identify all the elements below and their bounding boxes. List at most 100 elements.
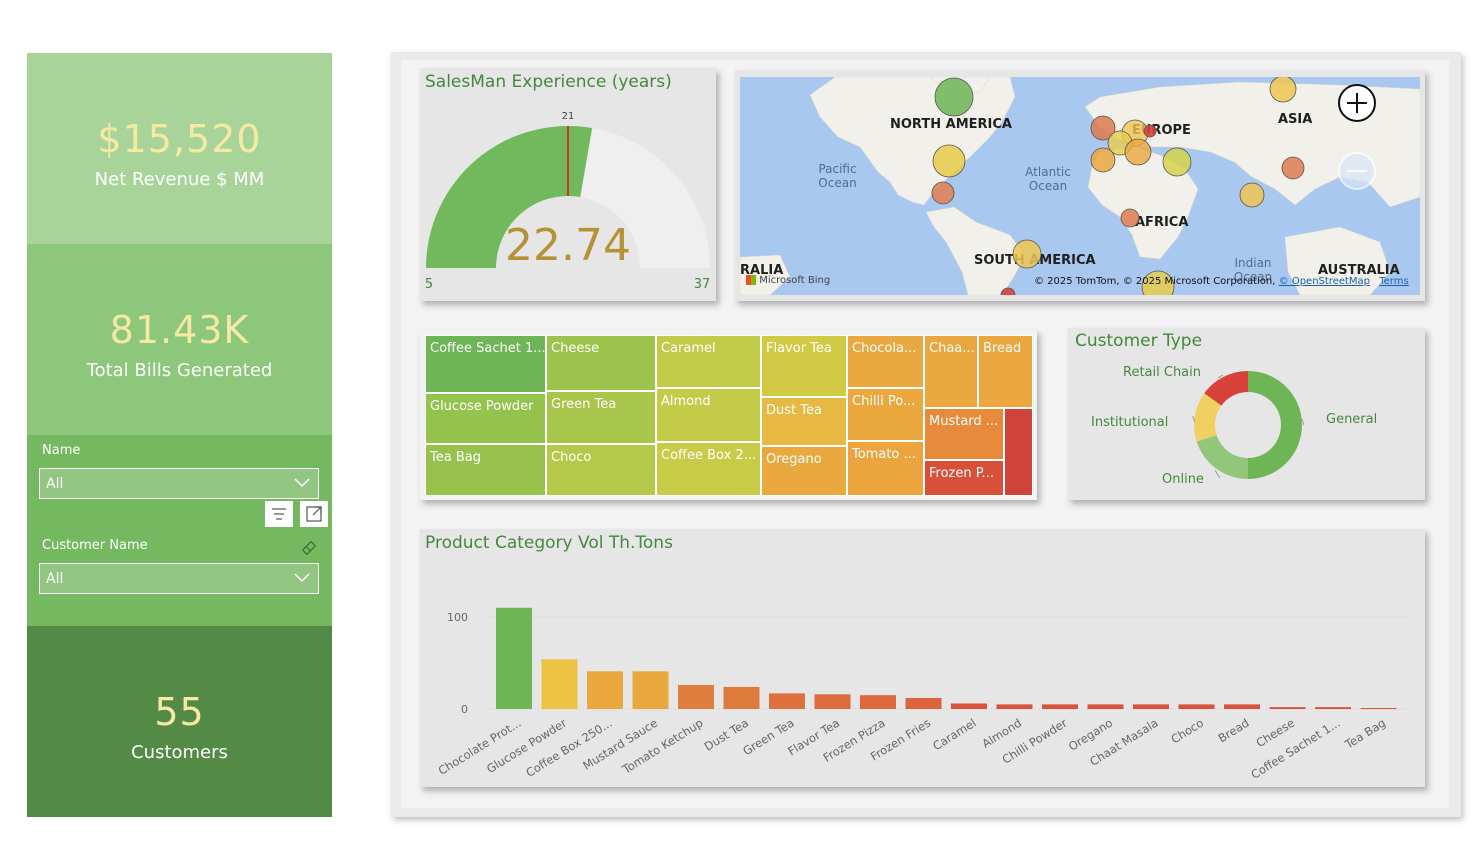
chevron-down-icon: [294, 573, 310, 583]
bar[interactable]: [1133, 704, 1169, 709]
treemap-cell[interactable]: Tea Bag: [425, 444, 546, 496]
treemap-cell[interactable]: Coffee Sachet 1...: [425, 335, 546, 393]
bar[interactable]: [1178, 704, 1215, 709]
treemap-cell[interactable]: [1004, 408, 1033, 496]
map-bubble: [1090, 147, 1116, 173]
map-attribution: © 2025 TomTom, © 2025 Microsoft Corporat…: [1034, 276, 1409, 287]
map-bubble: [1012, 239, 1042, 269]
customer-type-card: Customer Type General Online Institutional…: [1068, 328, 1425, 500]
total-bills-label: Total Bills Generated: [86, 360, 273, 381]
treemap-cell[interactable]: Tomato ...: [847, 441, 924, 496]
map-bubbles: [931, 77, 1305, 295]
openstreetmap-link[interactable]: © OpenStreetMap: [1279, 276, 1370, 287]
map-bubble: [1000, 287, 1016, 295]
gauge-card: SalesMan Experience (years) 21 22.74 5 3…: [420, 68, 716, 301]
treemap-cell[interactable]: Chilli Po...: [847, 388, 924, 441]
filter-icon[interactable]: [265, 501, 293, 527]
customer-name-dropdown[interactable]: All: [39, 563, 319, 594]
bar[interactable]: [678, 685, 714, 709]
treemap-cell[interactable]: Caramel: [656, 335, 761, 388]
x-tick-label: Tea Bag: [1342, 716, 1389, 752]
treemap-chart: Coffee Sachet 1... Glucose Powder Tea Bag C…: [425, 335, 1033, 496]
bing-text: Microsoft Bing: [759, 275, 831, 286]
bar[interactable]: [1360, 708, 1397, 710]
treemap-cell-label: Chilli Po...: [852, 394, 916, 409]
eraser-icon[interactable]: [300, 539, 318, 557]
donut-label: Institutional: [1091, 415, 1168, 430]
treemap-cell-label: Tea Bag: [430, 450, 481, 465]
treemap-cell[interactable]: Mustard ...: [924, 408, 1004, 460]
zoom-out-button[interactable]: [1338, 152, 1376, 190]
bar[interactable]: [496, 607, 532, 709]
treemap-cell-label: Caramel: [661, 341, 716, 356]
treemap-cell[interactable]: Choco: [546, 444, 656, 496]
donut-label: Retail Chain: [1123, 365, 1201, 380]
bar[interactable]: [1315, 707, 1351, 709]
treemap-cell[interactable]: Cheese: [546, 335, 656, 391]
customer-name-dropdown-value: All: [46, 571, 64, 587]
map-bubble: [934, 77, 974, 117]
bar[interactable]: [1087, 704, 1124, 709]
map-bubble: [1124, 138, 1152, 166]
treemap-cell-label: Coffee Box 2...: [661, 448, 757, 463]
treemap-cell-label: Mustard ...: [929, 414, 999, 429]
product-category-card: Product Category Vol Th.Tons 100 0 Chocola…: [420, 529, 1425, 787]
treemap-cell[interactable]: Chocola...: [847, 335, 924, 388]
bar[interactable]: [951, 703, 987, 709]
treemap-cell[interactable]: Glucose Powder: [425, 393, 546, 444]
total-bills-value: 81.43K: [109, 308, 250, 352]
focus-mode-icon[interactable]: [300, 501, 328, 527]
net-revenue-card: $15,520 Net Revenue $ MM: [27, 53, 332, 244]
treemap-cell[interactable]: Bread: [978, 335, 1033, 408]
treemap-cell[interactable]: Chaa...: [924, 335, 978, 408]
bar[interactable]: [814, 694, 851, 709]
treemap-cell[interactable]: Oregano: [761, 446, 847, 496]
bar[interactable]: [905, 697, 942, 709]
bar[interactable]: [587, 671, 623, 709]
bar[interactable]: [632, 671, 669, 709]
treemap-cell[interactable]: Frozen P...: [924, 460, 1004, 496]
treemap-cell-label: Tomato ...: [852, 447, 916, 462]
bar[interactable]: [1269, 707, 1306, 709]
treemap-cell[interactable]: Green Tea: [546, 391, 656, 444]
treemap-cell-label: Bread: [983, 341, 1022, 356]
product-category-bar-chart: 1000Chocolate Prot...Glucose PowderCoffe…: [436, 607, 1410, 782]
bar[interactable]: [541, 659, 578, 709]
map-bubble: [1269, 77, 1297, 103]
treemap-cell-label: Choco: [551, 450, 592, 465]
donut-slice[interactable]: [1196, 435, 1248, 479]
plus-icon: [1347, 93, 1367, 113]
bar[interactable]: [1224, 704, 1260, 709]
treemap-card: Coffee Sachet 1... Glucose Powder Tea Bag C…: [420, 330, 1037, 500]
map-bubble: [1120, 208, 1140, 228]
treemap-cell[interactable]: Dust Tea: [761, 397, 847, 446]
treemap-cell[interactable]: Almond: [656, 388, 761, 442]
customer-type-donut: General Online Institutional Retail Chain: [1091, 365, 1377, 487]
gauge-value: 22.74: [505, 220, 631, 271]
map-view[interactable]: NORTH AMERICA EUROPE ASIA AFRICA SOUTH A…: [740, 77, 1420, 295]
treemap-cell-label: Flavor Tea: [766, 341, 832, 356]
terms-link[interactable]: Terms: [1379, 276, 1408, 287]
treemap-cell-label: Chaa...: [929, 341, 975, 356]
treemap-cell[interactable]: Flavor Tea: [761, 335, 847, 397]
bar[interactable]: [1042, 704, 1078, 709]
chevron-down-icon: [294, 478, 310, 488]
treemap-cell-label: Frozen P...: [929, 466, 994, 481]
name-dropdown[interactable]: All: [39, 468, 319, 499]
gauge-min-label: 5: [425, 277, 433, 292]
minus-icon: [1347, 170, 1367, 172]
bar[interactable]: [723, 686, 760, 709]
map-bubble: [932, 144, 966, 178]
slicer-panel: Name All Customer Name All: [27, 435, 332, 626]
donut-leader-line: [1217, 374, 1223, 379]
gauge-title: SalesMan Experience (years): [425, 72, 672, 92]
zoom-in-button[interactable]: [1338, 84, 1376, 122]
bar[interactable]: [860, 695, 896, 709]
donut-slice[interactable]: [1248, 371, 1302, 479]
name-slicer-label: Name: [42, 443, 81, 458]
map-bubble: [1281, 156, 1305, 180]
bar[interactable]: [769, 693, 805, 709]
bar[interactable]: [996, 704, 1033, 709]
treemap-cell[interactable]: Coffee Box 2...: [656, 442, 761, 496]
map-card: NORTH AMERICA EUROPE ASIA AFRICA SOUTH A…: [735, 70, 1425, 301]
